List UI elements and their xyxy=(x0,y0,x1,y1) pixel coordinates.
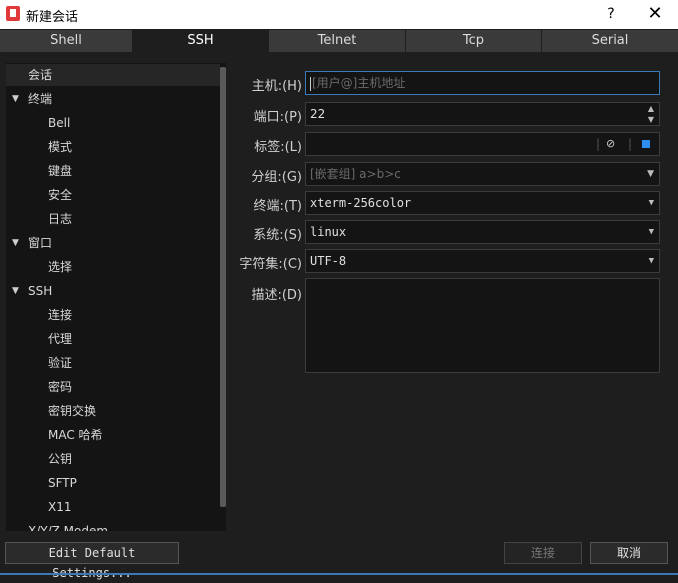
edit-default-settings-button[interactable]: Edit Default Settings... xyxy=(5,542,179,580)
dropdown-arrow-icon[interactable]: ▼ xyxy=(649,221,654,243)
separator-icon: | xyxy=(628,137,633,151)
clear-color-icon[interactable]: ⊘ xyxy=(606,133,615,155)
tree-item-ssh[interactable]: ▼ SSH xyxy=(6,280,220,302)
host-placeholder: [用户@]主机地址 xyxy=(312,76,406,90)
port-label: 端口:(P) xyxy=(253,110,302,125)
tree-item-label: 密钥交换 xyxy=(48,404,97,418)
tree-item-label: 键盘 xyxy=(48,164,73,178)
host-label: 主机:(H) xyxy=(251,79,302,94)
tree-item-x11[interactable]: X11 xyxy=(6,496,220,518)
tab-telnet[interactable]: Telnet xyxy=(269,30,405,52)
tag-color-swatch[interactable] xyxy=(642,140,650,148)
group-select[interactable]: [嵌套组] a>b>c ▼ xyxy=(305,162,660,186)
host-input[interactable]: [用户@]主机地址 xyxy=(305,71,660,95)
tree-item-kex[interactable]: 密钥交换 xyxy=(6,400,220,422)
tree-item-proxy[interactable]: 代理 xyxy=(6,328,220,350)
tree-item-modem[interactable]: X/Y/Z Modem xyxy=(6,520,220,531)
dropdown-arrow-icon[interactable]: ▼ xyxy=(649,192,654,214)
window-title: 新建会话 xyxy=(26,10,79,25)
port-spinbox[interactable]: 22 ▲ ▼ xyxy=(305,102,660,126)
tree-item-log[interactable]: 日志 xyxy=(6,208,220,230)
terminal-label: 终端:(T) xyxy=(253,199,302,214)
tree-item-label: 验证 xyxy=(48,356,73,370)
group-label: 分组:(G) xyxy=(251,170,302,185)
charset-select[interactable]: UTF-8 ▼ xyxy=(305,249,660,273)
description-label: 描述:(D) xyxy=(251,288,302,303)
system-value: linux xyxy=(310,225,347,239)
tree-item-label: 公钥 xyxy=(48,452,73,466)
tree-item-label: X/Y/Z Modem xyxy=(28,524,109,531)
help-button[interactable]: ? xyxy=(601,3,621,25)
tag-label: 标签:(L) xyxy=(254,140,302,155)
port-value: 22 xyxy=(310,107,326,121)
tree-item-label: 会话 xyxy=(28,68,53,82)
spin-down-icon[interactable]: ▼ xyxy=(648,109,654,131)
description-textarea[interactable] xyxy=(305,278,660,373)
separator-icon: | xyxy=(596,137,601,151)
tree-item-mode[interactable]: 模式 xyxy=(6,136,220,158)
terminal-value: xterm-256color xyxy=(310,196,412,210)
terminal-select[interactable]: xterm-256color ▼ xyxy=(305,191,660,215)
tree-item-security[interactable]: 安全 xyxy=(6,184,220,206)
expand-arrow-icon[interactable]: ▼ xyxy=(12,88,19,110)
tree-item-label: Bell xyxy=(48,116,71,130)
tree-item-pubkey[interactable]: 公钥 xyxy=(6,448,220,470)
tree-item-terminal[interactable]: ▼ 终端 xyxy=(6,88,220,110)
expand-arrow-icon[interactable]: ▼ xyxy=(12,280,19,302)
tree-item-label: MAC 哈希 xyxy=(48,428,103,442)
expand-arrow-icon[interactable]: ▼ xyxy=(12,232,19,254)
tree-item-window[interactable]: ▼ 窗口 xyxy=(6,232,220,254)
window-bottom-border xyxy=(0,573,678,575)
cancel-button[interactable]: 取消 xyxy=(590,542,668,564)
charset-label: 字符集:(C) xyxy=(239,257,302,272)
tree-item-cipher[interactable]: 密码 xyxy=(6,376,220,398)
text-cursor xyxy=(310,76,311,91)
close-icon[interactable]: ✕ xyxy=(640,2,670,26)
tree-item-label: 代理 xyxy=(48,332,73,346)
connect-button[interactable]: 连接 xyxy=(504,542,582,564)
tree-item-label: SFTP xyxy=(48,476,77,490)
tree-item-label: 模式 xyxy=(48,140,73,154)
group-placeholder: [嵌套组] a>b>c xyxy=(310,167,401,181)
tab-tcp[interactable]: Tcp xyxy=(406,30,541,52)
tree-item-connection[interactable]: 连接 xyxy=(6,304,220,326)
system-select[interactable]: linux ▼ xyxy=(305,220,660,244)
tree-item-selection[interactable]: 选择 xyxy=(6,256,220,278)
dropdown-arrow-icon[interactable]: ▼ xyxy=(649,250,654,272)
tree-item-label: 选择 xyxy=(48,260,73,274)
tree-item-label: 安全 xyxy=(48,188,73,202)
tree-item-label: 日志 xyxy=(48,212,73,226)
charset-value: UTF-8 xyxy=(310,254,347,268)
title-bar: 新建会话 ? ✕ xyxy=(0,0,678,29)
tree-item-label: X11 xyxy=(48,500,72,514)
dropdown-arrow-icon[interactable]: ▼ xyxy=(647,163,654,185)
tree-item-session[interactable]: 会话 xyxy=(6,64,220,86)
app-logo-icon xyxy=(6,6,20,21)
tree-item-label: 连接 xyxy=(48,308,73,322)
tree-item-mac[interactable]: MAC 哈希 xyxy=(6,424,220,446)
system-label: 系统:(S) xyxy=(253,228,302,243)
tree-item-label: SSH xyxy=(28,284,53,298)
tree-item-bell[interactable]: Bell xyxy=(6,112,220,134)
tree-scrollbar-thumb[interactable] xyxy=(220,67,226,507)
tab-serial[interactable]: Serial xyxy=(542,30,678,52)
tree-item-auth[interactable]: 验证 xyxy=(6,352,220,374)
tab-ssh[interactable]: SSH xyxy=(133,30,268,52)
tree-item-sftp[interactable]: SFTP xyxy=(6,472,220,494)
tree-item-label: 终端 xyxy=(28,92,53,106)
tree-item-keyboard[interactable]: 键盘 xyxy=(6,160,220,182)
tab-shell[interactable]: Shell xyxy=(0,30,132,52)
tree-item-label: 密码 xyxy=(48,380,73,394)
settings-tree: 会话 ▼ 终端 Bell 模式 键盘 安全 日志 ▼ 窗口 选择 ▼ SSH 连接 代… xyxy=(6,63,226,531)
tag-input[interactable]: | ⊘ | xyxy=(305,132,660,156)
tree-item-label: 窗口 xyxy=(28,236,53,250)
tab-bar: Shell SSH Telnet Tcp Serial xyxy=(0,29,678,53)
